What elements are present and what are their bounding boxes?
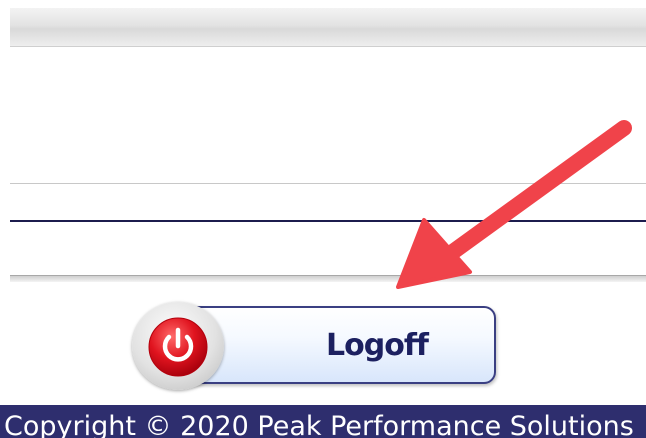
logoff-button-label: Logoff (326, 328, 429, 363)
page: Logoff Copyright © 2020 Peak Performance… (0, 0, 646, 438)
content-panel-bottom-edge (10, 275, 646, 282)
top-menu-bar (10, 8, 646, 47)
divider-dark (10, 220, 646, 222)
logoff-button[interactable]: Logoff (180, 306, 496, 384)
footer: Copyright © 2020 Peak Performance Soluti… (0, 405, 646, 438)
copyright-text: Copyright © 2020 Peak Performance Soluti… (4, 411, 634, 438)
power-icon[interactable] (147, 316, 209, 378)
divider-light (10, 183, 646, 184)
